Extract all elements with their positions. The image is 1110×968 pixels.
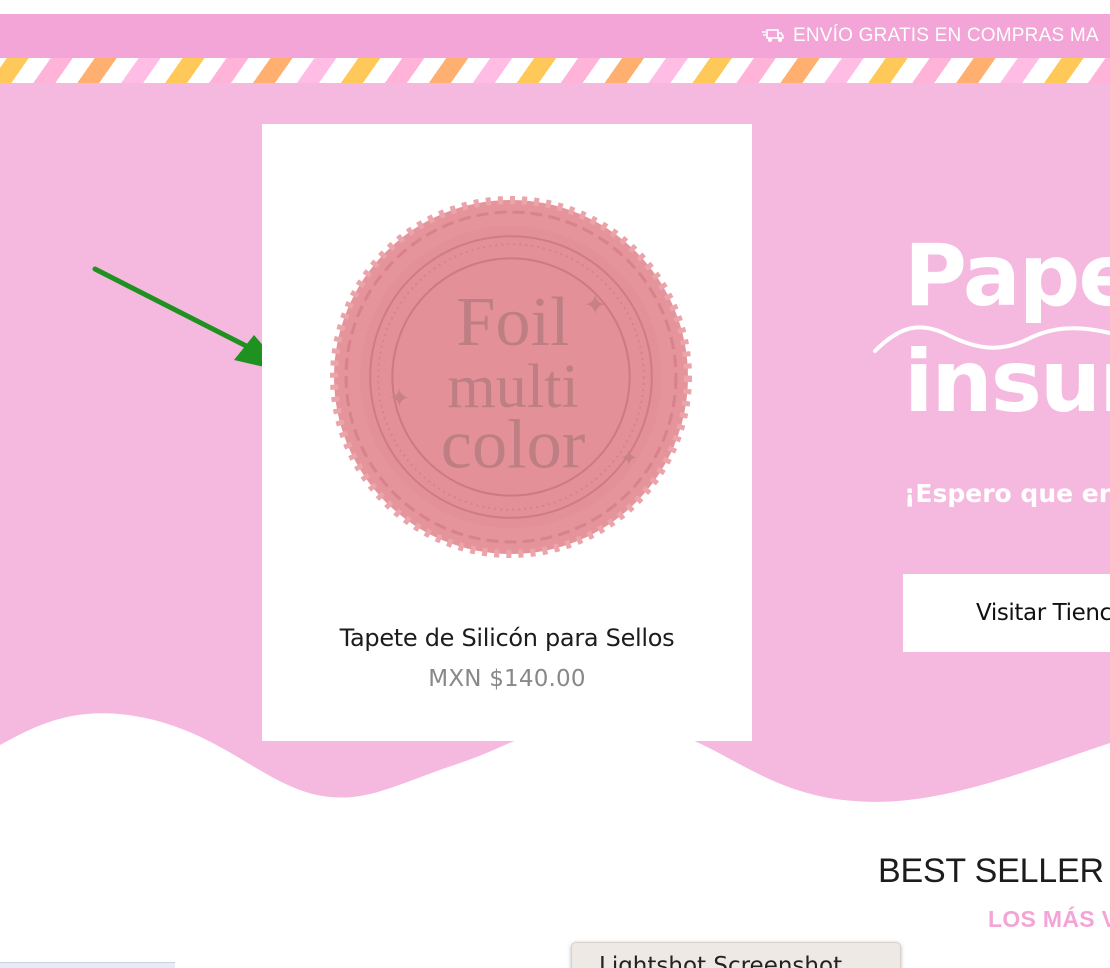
svg-text:✦: ✦ (388, 384, 410, 414)
svg-text:Foil: Foil (456, 283, 569, 361)
announcement-text: ENVÍO GRATIS EN COMPRAS MA (793, 25, 1099, 46)
overlay-panel-edge (0, 962, 175, 968)
squiggle-decoration (873, 325, 1110, 353)
visit-store-button[interactable]: Visitar Tienc (903, 574, 1110, 652)
svg-text:✦: ✦ (583, 289, 607, 322)
product-price: MXN $140.00 (428, 666, 586, 692)
svg-text:✦: ✦ (620, 445, 639, 471)
product-title[interactable]: Tapete de Silicón para Sellos (262, 624, 752, 652)
svg-text:color: color (441, 406, 586, 484)
truck-icon (762, 29, 784, 42)
announcement-bar: ENVÍO GRATIS EN COMPRAS MA (0, 14, 1110, 58)
hero-section: Foil multi color ✦ ✦ ✦ Tapete de Silicón… (0, 83, 1110, 803)
silicone-seal-mat: Foil multi color ✦ ✦ ✦ (330, 196, 692, 558)
announcement-content: ENVÍO GRATIS EN COMPRAS MA (762, 14, 1099, 58)
product-image[interactable]: Foil multi color ✦ ✦ ✦ (330, 196, 692, 558)
best-seller-heading: BEST SELLER C (878, 852, 1110, 890)
product-card[interactable]: Foil multi color ✦ ✦ ✦ Tapete de Silicón… (262, 124, 752, 741)
top-strip (0, 0, 1110, 14)
lightshot-tooltip: Lightshot Screenshot (571, 942, 901, 968)
best-seller-subheading: LOS MÁS V (988, 906, 1110, 932)
hero-subtitle: ¡Espero que enc (904, 479, 1110, 508)
decorative-stripes (0, 58, 1110, 83)
